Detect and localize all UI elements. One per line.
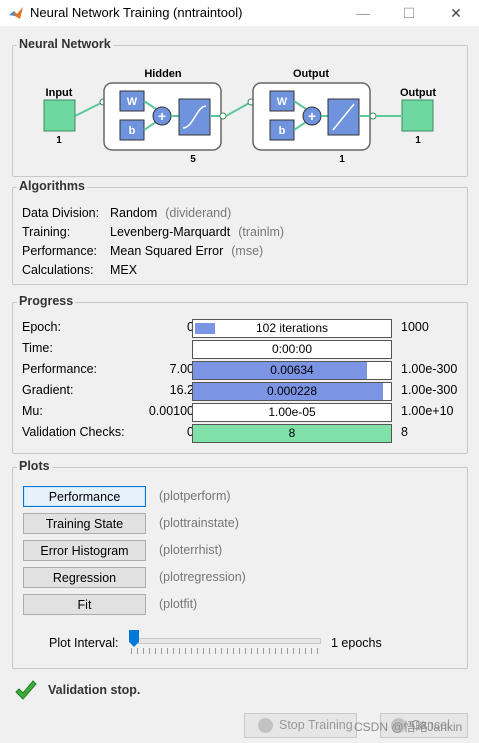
plot-error-histogram-button[interactable]: Error Histogram xyxy=(23,540,146,561)
stop-icon xyxy=(258,718,273,733)
progress-end-value: 1.00e+10 xyxy=(401,404,454,418)
svg-text:+: + xyxy=(308,108,316,124)
output-node xyxy=(401,99,434,132)
hidden-label: Hidden xyxy=(144,68,182,80)
output-w-label: W xyxy=(277,96,288,108)
algorithm-label: Data Division: xyxy=(22,206,100,220)
plot-interval-value: 1 epochs xyxy=(331,636,382,650)
algorithm-label: Performance: xyxy=(22,244,98,258)
progress-label: Time: xyxy=(22,341,53,355)
algorithm-value: Mean Squared Error xyxy=(110,244,224,258)
progress-label: Validation Checks: xyxy=(22,425,125,439)
neural-network-panel: Neural Network Input 1 Hidden W b + 5 Ou… xyxy=(12,37,468,177)
output-layer-label: Output xyxy=(293,68,329,80)
hidden-b-label: b xyxy=(129,125,136,137)
progress-bar: 8 xyxy=(192,424,392,443)
plot-function-name: (plottrainstate) xyxy=(159,516,239,530)
progress-current-value: 1.00e-05 xyxy=(268,405,316,419)
stop-training-button[interactable]: Stop Training xyxy=(244,713,357,738)
progress-bar: 0:00:00 xyxy=(192,340,392,359)
progress-label: Mu: xyxy=(22,404,43,418)
plot-function-name: (plotperform) xyxy=(159,489,231,503)
algorithm-label: Training: xyxy=(22,225,71,239)
output-size: 1 xyxy=(415,135,421,146)
plot-regression-button[interactable]: Regression xyxy=(23,567,146,588)
input-size: 1 xyxy=(56,135,62,146)
matlab-logo-icon xyxy=(9,7,23,19)
input-label: Input xyxy=(46,87,73,99)
hidden-w-label: W xyxy=(127,96,138,108)
close-button[interactable]: ✕ xyxy=(433,0,479,26)
network-diagram: Input 1 Hidden W b + 5 Output W b + 1 Ou… xyxy=(43,68,436,165)
plot-function-name: (ploterrhist) xyxy=(159,543,223,557)
slider-thumb[interactable] xyxy=(129,630,139,647)
progress-start-value: 16.2 xyxy=(169,383,194,397)
plot-performance-button[interactable]: Performance xyxy=(23,486,146,507)
progress-row-validation: Validation Checks: 0 8 8 xyxy=(22,424,462,443)
progress-row-performance: Performance: 7.00 0.00634 1.00e-300 xyxy=(22,361,462,380)
algorithm-function: (mse) xyxy=(231,244,264,258)
svg-text:+: + xyxy=(158,108,166,124)
maximize-button[interactable]: ☐ xyxy=(386,0,432,26)
hidden-size: 5 xyxy=(190,154,196,165)
algorithm-label: Calculations: xyxy=(22,263,94,277)
plot-training-state-button[interactable]: Training State xyxy=(23,513,146,534)
algorithms-panel: Algorithms Data Division: Random (divider… xyxy=(12,179,468,285)
algorithm-function: (dividerand) xyxy=(165,206,232,220)
title-bar: Neural Network Training (nntraintool) — … xyxy=(0,0,479,26)
progress-start-value: 0.00100 xyxy=(148,404,194,418)
watermark: CSDN @悟略Jankin xyxy=(354,720,463,734)
window-title: Neural Network Training (nntraintool) xyxy=(30,5,243,20)
progress-start-value: 7.00 xyxy=(169,362,194,376)
algorithm-value: Levenberg-Marquardt xyxy=(110,225,231,239)
progress-row-time: Time: 0:00:00 xyxy=(22,340,462,359)
progress-end-value: 1.00e-300 xyxy=(401,362,458,376)
algorithm-value: Random xyxy=(110,206,158,220)
algorithm-value: MEX xyxy=(110,263,138,277)
progress-end-value: 1.00e-300 xyxy=(401,383,458,397)
progress-current-value: 102 iterations xyxy=(255,321,329,335)
output-label: Output xyxy=(400,87,436,99)
progress-current-value: 0.000228 xyxy=(266,384,318,398)
slider-ticks xyxy=(131,648,321,654)
status-area: Validation stop. xyxy=(14,680,314,702)
progress-current-value: 0.00634 xyxy=(270,363,314,377)
stop-training-label: Stop Training xyxy=(279,718,353,732)
section-title-plots: Plots xyxy=(17,459,52,473)
progress-row-epoch: Epoch: 0 102 iterations 1000 xyxy=(22,319,462,338)
progress-label: Performance: xyxy=(22,362,98,376)
progress-bar: 0.00634 xyxy=(192,361,392,380)
plots-panel: Plots Performance (plotperform) Training… xyxy=(12,459,468,669)
status-message: Validation stop. xyxy=(48,683,141,697)
plot-interval-label: Plot Interval: xyxy=(49,636,119,650)
section-title-progress: Progress xyxy=(17,294,76,308)
progress-row-mu: Mu: 0.00100 1.00e-05 1.00e+10 xyxy=(22,403,462,422)
progress-label: Epoch: xyxy=(22,320,61,334)
algorithm-function: (trainlm) xyxy=(238,225,285,239)
progress-end-value: 8 xyxy=(401,425,408,439)
check-icon xyxy=(15,680,37,700)
output-b-label: b xyxy=(279,125,286,137)
plot-function-name: (plotregression) xyxy=(159,570,246,584)
output-layer-size: 1 xyxy=(339,154,345,165)
progress-bar: 102 iterations xyxy=(192,319,392,338)
progress-bar: 0.000228 xyxy=(192,382,392,401)
plot-interval-slider[interactable] xyxy=(131,638,321,644)
progress-label: Gradient: xyxy=(22,383,74,397)
progress-bar: 1.00e-05 xyxy=(192,403,392,422)
progress-current-value: 8 xyxy=(288,426,296,440)
minimize-button[interactable]: — xyxy=(340,0,386,26)
input-node xyxy=(43,99,76,132)
plot-function-name: (plotfit) xyxy=(159,597,198,611)
progress-current-value: 0:00:00 xyxy=(271,342,313,356)
progress-panel: Progress Epoch: 0 102 iterations 1000 Ti… xyxy=(12,294,468,454)
progress-row-gradient: Gradient: 16.2 0.000228 1.00e-300 xyxy=(22,382,462,401)
plot-fit-button[interactable]: Fit xyxy=(23,594,146,615)
progress-end-value: 1000 xyxy=(401,320,429,334)
section-title-algorithms: Algorithms xyxy=(17,179,87,193)
